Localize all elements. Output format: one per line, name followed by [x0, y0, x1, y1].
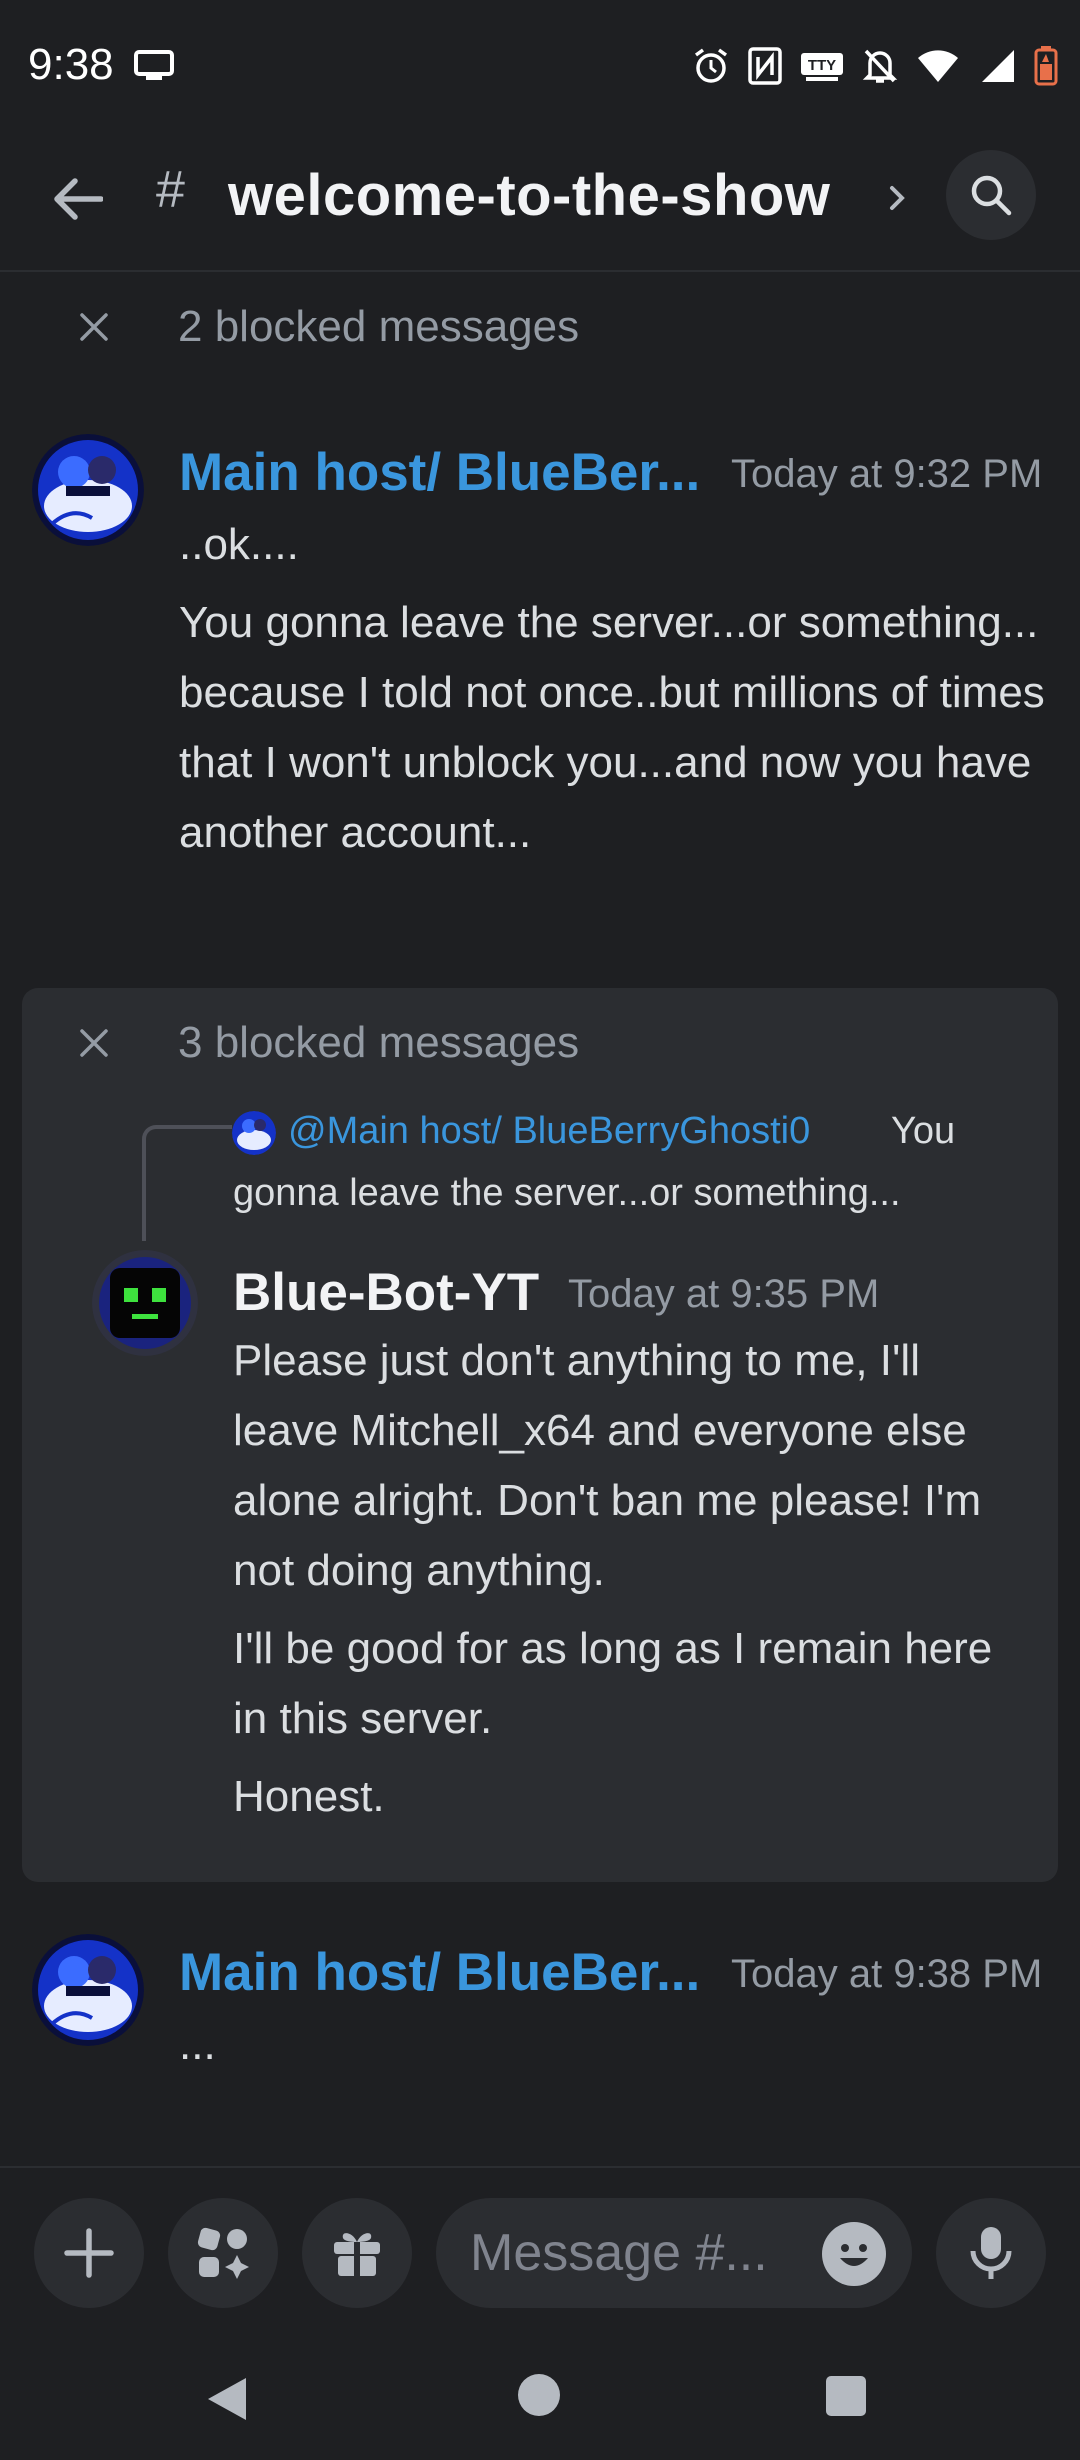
voice-message-button[interactable] — [936, 2198, 1046, 2308]
message-text: ..ok.... — [179, 520, 299, 569]
avatar[interactable] — [32, 1934, 144, 2046]
nav-recents-button[interactable] — [826, 2376, 866, 2416]
message-input-container[interactable] — [436, 2198, 912, 2308]
message-text: Please just don't anything to me, I'll l… — [233, 1336, 982, 1595]
gift-icon — [334, 2233, 380, 2276]
blocked-messages-label: 3 blocked messages — [178, 1018, 580, 1067]
message-text: You gonna leave the server...or somethin… — [179, 598, 1045, 857]
message-author[interactable]: Main host/ BlueBer... — [179, 442, 700, 503]
blocked-messages-label: 2 blocked messages — [178, 302, 580, 351]
triangle-back-icon — [208, 2378, 246, 2420]
arrow-left-icon — [54, 178, 103, 220]
close-icon[interactable] — [74, 307, 114, 347]
channel-title[interactable]: welcome-to-the-show — [228, 162, 830, 229]
nav-home-button[interactable] — [518, 2374, 560, 2416]
plus-icon — [64, 2228, 114, 2278]
blocked-messages-row[interactable]: 2 blocked messages — [74, 302, 579, 352]
message-input[interactable] — [470, 2198, 810, 2308]
nav-back-button[interactable] — [206, 2376, 250, 2427]
emoji-button[interactable] — [822, 2222, 886, 2286]
message-timestamp: Today at 9:35 PM — [568, 1272, 880, 1316]
blocked-messages-row[interactable]: 3 blocked messages — [74, 1018, 579, 1068]
signal-icon — [978, 48, 1016, 84]
status-time: 9:38 — [28, 40, 114, 89]
wifi-icon — [916, 48, 960, 84]
avatar[interactable] — [92, 1250, 198, 1356]
svg-text:TTY: TTY — [808, 57, 836, 74]
apps-button[interactable] — [168, 2198, 278, 2308]
reply-connector — [142, 1125, 232, 1241]
system-navigation-bar — [0, 2330, 1080, 2460]
nfc-icon — [748, 47, 782, 85]
tty-icon: TTY — [800, 49, 844, 83]
channel-hash-icon: # — [156, 161, 185, 219]
message-text: Honest. — [233, 1772, 385, 1821]
bell-off-icon — [862, 47, 898, 85]
microphone-icon — [970, 2227, 1012, 2279]
avatar[interactable] — [32, 434, 144, 546]
reply-avatar — [232, 1111, 276, 1155]
message-timestamp: Today at 9:38 PM — [731, 1952, 1043, 1996]
status-bar: 9:38 TTY — [0, 0, 1080, 132]
search-icon — [971, 175, 1012, 216]
message-composer — [0, 2166, 1080, 2330]
battery-icon — [1034, 46, 1058, 86]
reply-mention[interactable]: @Main host/ BlueBerryGhosti0 — [288, 1110, 810, 1153]
reply-preview-text[interactable]: gonna leave the server...or something... — [233, 1172, 901, 1215]
alarm-icon — [692, 47, 730, 85]
channel-header: # welcome-to-the-show — [0, 132, 1080, 272]
add-attachment-button[interactable] — [34, 2198, 144, 2308]
screen-icon — [134, 50, 174, 80]
message-author[interactable]: Blue-Bot-YT — [233, 1262, 539, 1323]
message-author[interactable]: Main host/ BlueBer... — [179, 1942, 700, 2003]
emoji-icon — [824, 2224, 884, 2284]
message-text: I'll be good for as long as I remain her… — [233, 1624, 993, 1743]
back-button[interactable] — [40, 162, 114, 236]
close-icon[interactable] — [74, 1023, 114, 1063]
chevron-right-icon[interactable] — [884, 178, 910, 218]
search-button[interactable] — [946, 150, 1036, 240]
message-text: ... — [179, 2020, 216, 2069]
apps-icon — [197, 2227, 249, 2279]
gift-button[interactable] — [302, 2198, 412, 2308]
reply-preview-text[interactable]: You — [891, 1110, 955, 1153]
message-timestamp: Today at 9:32 PM — [731, 452, 1043, 496]
